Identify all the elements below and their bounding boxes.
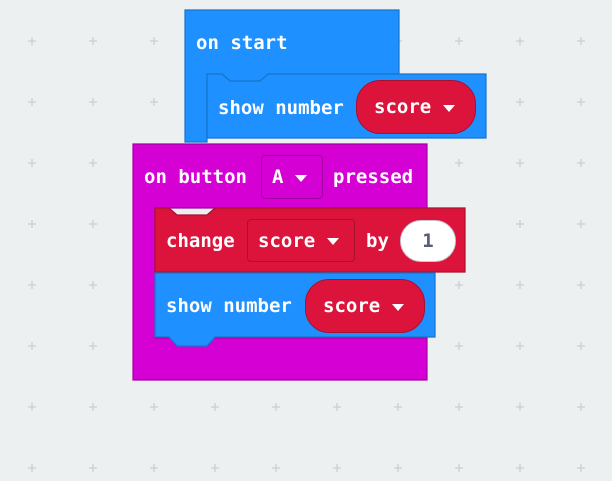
grid-cross — [89, 37, 97, 45]
grid-cross — [516, 37, 524, 45]
grid-cross — [28, 403, 36, 411]
grid-cross — [89, 342, 97, 350]
grid-cross — [394, 403, 402, 411]
grid-cross — [28, 98, 36, 106]
button-dropdown-value: A — [272, 166, 284, 188]
pressed-label: pressed — [333, 166, 414, 188]
caret-down-icon[interactable] — [392, 303, 405, 311]
grid-cross — [272, 464, 280, 472]
grid-cross — [28, 342, 36, 350]
grid-cross — [516, 403, 524, 411]
grid-cross — [577, 464, 585, 472]
grid-cross — [455, 464, 463, 472]
grid-cross — [577, 403, 585, 411]
grid-cross — [577, 37, 585, 45]
grid-cross — [28, 220, 36, 228]
grid-cross — [272, 403, 280, 411]
grid-cross — [89, 98, 97, 106]
on-button-label: on button — [144, 166, 247, 188]
caret-down-icon — [327, 238, 340, 245]
grid-cross — [455, 281, 463, 289]
grid-cross — [333, 403, 341, 411]
grid-cross — [455, 159, 463, 167]
grid-cross — [28, 464, 36, 472]
grid-cross — [333, 464, 341, 472]
show-number-label-2: show number — [166, 295, 292, 317]
grid-cross — [89, 159, 97, 167]
grid-cross — [577, 159, 585, 167]
change-label: change — [166, 230, 235, 252]
grid-cross — [150, 37, 158, 45]
score-variable-pill-1[interactable]: score — [356, 80, 476, 134]
show-number-label-1: show number — [218, 97, 344, 119]
change-amount-input[interactable]: 1 — [400, 220, 456, 262]
grid-cross — [516, 464, 524, 472]
grid-cross — [28, 37, 36, 45]
grid-cross — [211, 403, 219, 411]
button-dropdown[interactable]: A — [261, 155, 323, 199]
change-variable-dropdown[interactable]: score — [247, 219, 355, 262]
on-start-label: on start — [196, 32, 288, 54]
change-variable-value: score — [258, 229, 316, 252]
grid-cross — [455, 342, 463, 350]
grid-cross — [577, 220, 585, 228]
grid-cross — [516, 220, 524, 228]
grid-cross — [516, 98, 524, 106]
grid-cross — [89, 403, 97, 411]
grid-cross — [150, 464, 158, 472]
grid-cross — [455, 37, 463, 45]
grid-cross — [577, 281, 585, 289]
grid-cross — [516, 342, 524, 350]
by-label: by — [366, 230, 389, 252]
grid-cross — [150, 98, 158, 106]
grid-cross — [577, 342, 585, 350]
grid-cross — [150, 403, 158, 411]
score-variable-label-1: score — [374, 96, 432, 118]
grid-cross — [89, 220, 97, 228]
grid-cross — [89, 281, 97, 289]
caret-down-icon — [295, 174, 308, 182]
caret-down-icon[interactable] — [443, 104, 456, 112]
grid-cross — [28, 281, 36, 289]
grid-cross — [516, 281, 524, 289]
grid-cross — [394, 464, 402, 472]
grid-cross — [211, 464, 219, 472]
score-variable-pill-2[interactable]: score — [305, 279, 425, 333]
grid-cross — [455, 403, 463, 411]
score-variable-label-2: score — [323, 295, 381, 317]
grid-cross — [516, 159, 524, 167]
grid-cross — [577, 98, 585, 106]
grid-cross — [28, 159, 36, 167]
grid-cross — [89, 464, 97, 472]
